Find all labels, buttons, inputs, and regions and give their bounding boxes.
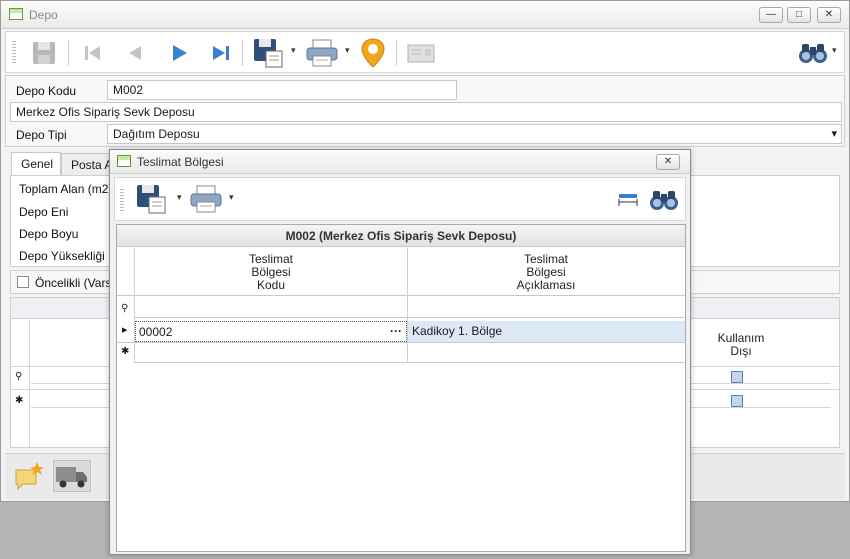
window-app-icon <box>9 8 23 20</box>
next-record-icon[interactable] <box>166 40 192 66</box>
search-dropdown-arrow[interactable]: ▾ <box>832 45 837 56</box>
new-note-icon[interactable] <box>13 460 45 492</box>
depo-yuksekligi-label: Depo Yüksekliği <box>19 249 105 263</box>
depo-tipi-select[interactable]: Dağıtım Deposu ▾ <box>107 124 842 144</box>
depo-tipi-label: Depo Tipi <box>16 128 67 142</box>
print-icon[interactable] <box>304 38 340 68</box>
toolbar-separator <box>68 40 69 66</box>
kod-cell[interactable]: 00002 <box>139 322 172 342</box>
depo-tipi-value: Dağıtım Deposu <box>113 127 200 141</box>
aciklama-column-header[interactable]: Teslimat Bölgesi Açıklaması <box>408 253 684 292</box>
save-as-icon[interactable] <box>252 37 286 69</box>
dialog-app-icon <box>117 155 131 167</box>
close-button[interactable]: ✕ <box>817 7 841 23</box>
last-record-icon[interactable] <box>208 40 234 66</box>
save-as-dropdown-arrow[interactable]: ▾ <box>291 45 296 56</box>
truck-icon[interactable] <box>53 460 91 492</box>
toolbar-separator <box>242 40 243 66</box>
dialog-close-button[interactable]: ✕ <box>656 154 680 170</box>
save-icon[interactable] <box>30 39 58 67</box>
new-row-icon[interactable]: ✱ <box>15 395 23 406</box>
teslimat-bolgesi-dialog: Teslimat Bölgesi ✕ ▾ ▾ M002 (Merkez Ofis… <box>109 149 691 555</box>
kullanim-disi-header[interactable]: Kullanım Dışı <box>691 332 791 358</box>
window-title: Depo <box>29 8 58 22</box>
oncelikli-checkbox[interactable] <box>17 276 29 288</box>
toplam-alan-label: Toplam Alan (m2) <box>19 182 113 196</box>
kod-cell-editor[interactable]: 00002 ··· <box>135 321 407 342</box>
header-form: Depo Kodu M002 Merkez Ofis Sipariş Sevk … <box>5 75 845 147</box>
main-toolbar: ▾ ▾ ▾ <box>5 31 845 73</box>
location-pin-icon[interactable] <box>359 37 387 69</box>
first-record-icon[interactable] <box>80 40 106 66</box>
depo-kodu-input[interactable]: M002 <box>107 80 457 100</box>
minimize-button[interactable]: — <box>759 7 783 23</box>
depo-adi-input[interactable]: Merkez Ofis Sipariş Sevk Deposu <box>10 102 842 122</box>
title-bar: Depo — □ ✕ <box>1 1 849 29</box>
depo-eni-label: Depo Eni <box>19 205 69 219</box>
maximize-button[interactable]: □ <box>787 7 811 23</box>
oncelikli-label: Öncelikli (Varsa <box>35 276 119 290</box>
filter-icon[interactable]: ⚲ <box>15 371 22 382</box>
grid-filter-row[interactable] <box>135 297 685 318</box>
teslimat-grid: M002 (Merkez Ofis Sipariş Sevk Deposu) T… <box>116 224 686 552</box>
card-icon[interactable] <box>406 41 436 65</box>
previous-record-icon[interactable] <box>122 40 148 66</box>
kullanim-disi-new-checkbox[interactable] <box>731 395 743 407</box>
dialog-toolbar-grip[interactable] <box>120 189 124 211</box>
dialog-title-bar: Teslimat Bölgesi ✕ <box>110 150 690 174</box>
dialog-print-dropdown-arrow[interactable]: ▾ <box>229 192 234 203</box>
print-icon[interactable] <box>188 184 224 214</box>
binoculars-search-icon[interactable] <box>647 186 681 214</box>
aciklama-cell[interactable]: Kadikoy 1. Bölge <box>412 321 502 341</box>
filter-icon[interactable]: ⚲ <box>121 303 128 314</box>
kullanim-disi-filter-checkbox[interactable] <box>731 371 743 383</box>
row-indicator-icon: ▸ <box>122 324 128 336</box>
toolbar-grip[interactable] <box>12 41 16 63</box>
save-as-icon[interactable] <box>135 183 169 215</box>
grid-caption: M002 (Merkez Ofis Sipariş Sevk Deposu) <box>117 225 685 247</box>
grid-new-row[interactable] <box>135 343 685 363</box>
depo-boyu-label: Depo Boyu <box>19 227 79 241</box>
grid-indicator-divider <box>29 320 30 448</box>
binoculars-search-icon[interactable] <box>796 39 830 67</box>
column-width-icon[interactable] <box>617 191 639 209</box>
dialog-toolbar: ▾ ▾ <box>114 177 686 221</box>
dialog-title: Teslimat Bölgesi <box>137 155 224 169</box>
ellipsis-button[interactable]: ··· <box>390 321 402 341</box>
kod-column-header[interactable]: Teslimat Bölgesi Kodu <box>135 253 407 292</box>
new-row-icon[interactable]: ✱ <box>121 346 129 357</box>
dialog-save-dropdown-arrow[interactable]: ▾ <box>177 192 182 203</box>
chevron-down-icon[interactable]: ▾ <box>831 125 837 143</box>
print-dropdown-arrow[interactable]: ▾ <box>345 45 350 56</box>
toolbar-separator <box>396 40 397 66</box>
depo-kodu-label: Depo Kodu <box>16 84 77 98</box>
tab-genel[interactable]: Genel <box>11 152 61 176</box>
